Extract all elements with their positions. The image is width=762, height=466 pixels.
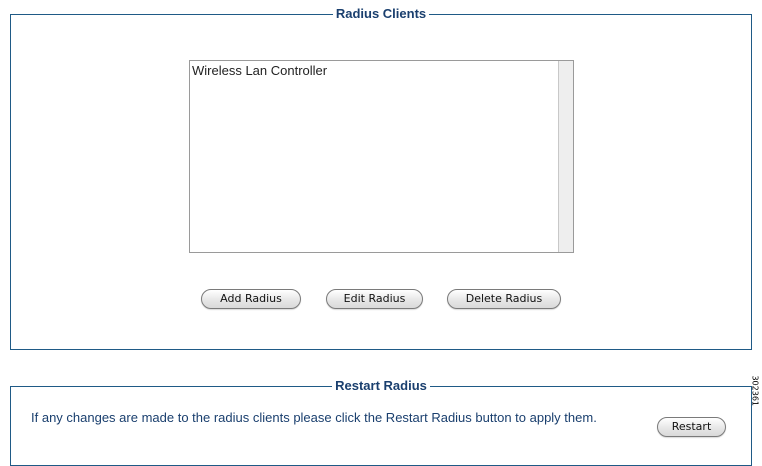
restart-radius-legend: Restart Radius	[11, 377, 751, 395]
restart-button[interactable]: Restart	[657, 417, 726, 437]
list-scrollbar[interactable]	[558, 61, 573, 252]
radius-clients-list[interactable]: Wireless Lan Controller	[189, 60, 574, 253]
radius-clients-title: Radius Clients	[332, 6, 430, 21]
figure-number: 302361	[751, 375, 760, 406]
add-radius-button[interactable]: Add Radius	[201, 289, 301, 309]
edit-radius-button[interactable]: Edit Radius	[326, 289, 423, 309]
restart-radius-panel: Restart Radius If any changes are made t…	[10, 378, 752, 466]
restart-message: If any changes are made to the radius cl…	[31, 410, 597, 425]
delete-radius-button[interactable]: Delete Radius	[447, 289, 561, 309]
radius-clients-panel: Radius Clients Wireless Lan Controller A…	[10, 6, 752, 350]
radius-clients-legend: Radius Clients	[11, 5, 751, 23]
list-item[interactable]: Wireless Lan Controller	[192, 63, 557, 78]
restart-radius-title: Restart Radius	[332, 378, 430, 393]
